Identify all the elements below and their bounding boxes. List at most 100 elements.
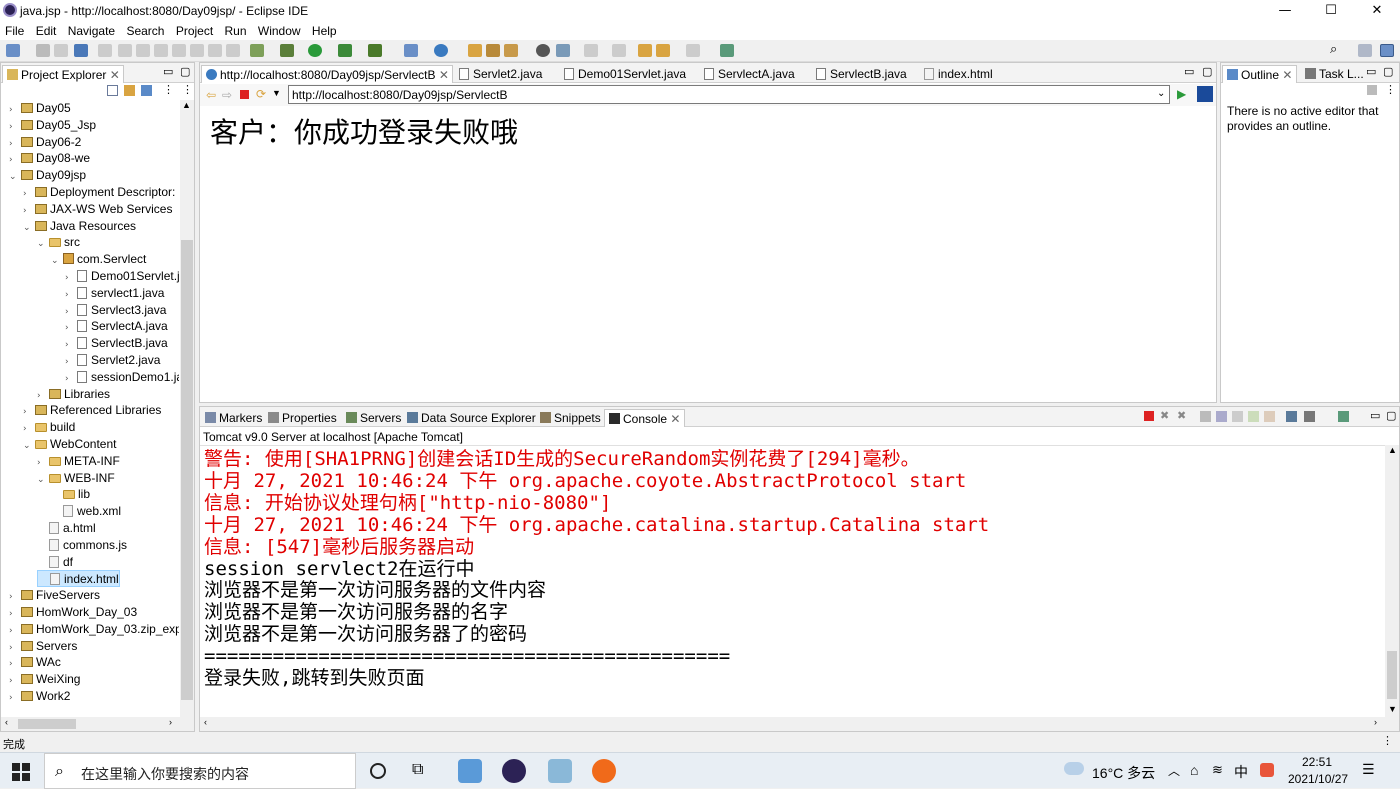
tab-data-source-explorer[interactable]: Data Source Explorer (403, 409, 540, 427)
tab-outline[interactable]: Outline ✕ (1222, 65, 1298, 83)
tree-item[interactable]: ⌄ WEB-INF (37, 470, 115, 487)
tree-horizontal-scrollbar[interactable]: ‹ › (1, 717, 194, 731)
forward-icon[interactable] (686, 44, 700, 57)
maximize-button[interactable]: ☐ (1308, 0, 1354, 22)
remove-all-icon[interactable]: ✖ (1177, 409, 1186, 422)
tab-project-explorer[interactable]: Project Explorer ✕ (2, 65, 124, 83)
scroll-left-icon[interactable]: ‹ (5, 717, 8, 727)
console-horizontal-scrollbar[interactable]: ‹ › (200, 717, 1399, 731)
tree-item[interactable]: › Servers (9, 638, 77, 655)
tree-item[interactable]: ⌄ Java Resources (23, 218, 136, 235)
url-text[interactable]: http://localhost:8080/Day09jsp/ServlectB (292, 88, 507, 102)
browser-app-icon[interactable] (592, 759, 616, 783)
tree-item[interactable]: › META-INF (37, 453, 120, 470)
clock-time[interactable]: 22:51 (1302, 755, 1332, 769)
expand-toggle-icon[interactable]: ⌄ (23, 220, 35, 237)
prev-annotation-icon[interactable] (612, 44, 626, 57)
tray-up-icon[interactable]: ︿ (1168, 762, 1180, 779)
tree-item[interactable]: › HomWork_Day_03 (9, 604, 137, 621)
close-tab-icon[interactable]: ✕ (670, 412, 680, 426)
taskbar-search-box[interactable]: ⌕ 在这里输入你要搜索的内容 (44, 753, 356, 789)
scroll-up-icon[interactable]: ▲ (1388, 445, 1397, 455)
tree-item[interactable]: › ServlectB.java (65, 335, 168, 352)
maximize-view-icon[interactable]: ▢ (1383, 65, 1393, 78)
perspective-icon[interactable] (1358, 44, 1372, 57)
back-icon[interactable] (656, 44, 670, 57)
scroll-right-icon[interactable]: › (169, 717, 172, 727)
tab-index-html[interactable]: index.html (920, 65, 997, 83)
step-into-icon[interactable] (190, 44, 204, 57)
console-output[interactable]: 警告: 使用[SHA1PRNG]创建会话ID生成的SecureRandom实例花… (200, 445, 1385, 717)
eclipse-app-icon[interactable] (502, 759, 526, 783)
tree-item[interactable]: ⌄ WebContent (23, 436, 117, 453)
network-icon[interactable]: ⌂ (1190, 762, 1198, 778)
tab-servlet2[interactable]: Servlet2.java (455, 65, 546, 83)
expand-toggle-icon[interactable]: › (9, 690, 21, 707)
scroll-up-icon[interactable]: ▲ (182, 100, 191, 110)
minimize-view-icon[interactable]: ▭ (163, 65, 173, 78)
tab-demo01servlet[interactable]: Demo01Servlet.java (560, 65, 690, 83)
tree-item[interactable]: › HomWork_Day_03.zip_expa (9, 621, 179, 638)
task-view-icon[interactable]: ⧉ (412, 761, 423, 779)
scroll-left-icon[interactable]: ‹ (204, 717, 207, 727)
computer-app-icon[interactable] (458, 759, 482, 783)
view-menu-more-icon[interactable]: ⋮ (182, 83, 193, 96)
save-icon[interactable] (36, 44, 50, 57)
h-scroll-thumb[interactable] (18, 719, 76, 729)
external-tools-icon[interactable] (368, 44, 382, 57)
tree-item[interactable]: › Servlet2.java (65, 352, 160, 369)
menu-file[interactable]: File (1, 22, 28, 40)
search-tool-icon[interactable] (504, 44, 518, 57)
menu-project[interactable]: Project (172, 22, 217, 40)
disconnect-icon[interactable] (172, 44, 186, 57)
minimize-view-icon[interactable]: ▭ (1366, 65, 1376, 78)
tree-item[interactable]: commons.js (37, 537, 127, 554)
scroll-lock-icon[interactable] (1216, 411, 1227, 422)
notification-icon[interactable]: ☰ (1362, 761, 1375, 778)
debug-icon[interactable] (250, 44, 264, 57)
maximize-view-icon[interactable]: ▢ (180, 65, 190, 78)
menu-help[interactable]: Help (308, 22, 341, 40)
java-ee-perspective-icon[interactable] (1380, 44, 1394, 57)
show-stderr-icon[interactable] (1264, 411, 1275, 422)
filter-icon[interactable] (141, 85, 152, 96)
tree-item[interactable]: › WeiXing (9, 671, 80, 688)
menu-search[interactable]: Search (122, 22, 168, 40)
console-icon[interactable] (74, 44, 88, 57)
tree-item[interactable]: › FiveServers (9, 587, 100, 604)
tree-item[interactable]: › Deployment Descriptor: (23, 184, 175, 201)
tree-item[interactable]: › JAX-WS Web Services (23, 201, 172, 218)
tree-item[interactable]: ⌄ src (37, 234, 80, 251)
tree-item[interactable]: › Day05 (9, 100, 71, 117)
new-server-icon[interactable] (404, 44, 418, 57)
tab-browser[interactable]: http://localhost:8080/Day09jsp/ServlectB… (201, 65, 453, 83)
expand-toggle-icon[interactable]: ⌄ (37, 472, 49, 489)
tree-item[interactable]: › Day08-we (9, 150, 90, 167)
tree-item[interactable]: index.html (37, 570, 120, 588)
expand-toggle-icon[interactable]: ⌄ (37, 236, 49, 253)
coverage-icon[interactable] (338, 44, 352, 57)
collapse-all-icon[interactable] (107, 85, 118, 96)
stop-icon[interactable] (240, 90, 249, 99)
tree-item[interactable]: › Demo01Servlet.j (65, 268, 179, 285)
tree-item[interactable]: › build (23, 419, 75, 436)
step-over-icon[interactable] (208, 44, 222, 57)
close-tab-icon[interactable]: ✕ (1282, 68, 1292, 82)
minimize-view-icon[interactable]: ▭ (1370, 409, 1380, 422)
menu-run[interactable]: Run (221, 22, 251, 40)
scroll-down-icon[interactable]: ▼ (1388, 704, 1397, 714)
weather-icon[interactable] (1064, 762, 1084, 775)
last-edit-icon[interactable] (638, 44, 652, 57)
tree-item[interactable]: › Work2 (9, 688, 70, 705)
expand-toggle-icon[interactable]: ⌄ (51, 253, 63, 270)
tree-item[interactable]: › Libraries (37, 386, 110, 403)
resume-icon[interactable] (118, 44, 132, 57)
skip-icon[interactable] (98, 44, 112, 57)
tree-item[interactable]: › servlect1.java (65, 285, 164, 302)
debug-config-icon[interactable] (280, 44, 294, 57)
open-type-icon[interactable] (468, 44, 482, 57)
refresh-icon[interactable]: ⟳ (256, 87, 266, 101)
tab-servlecta[interactable]: ServlectA.java (700, 65, 799, 83)
outline-toolbar-icon[interactable] (1367, 85, 1377, 95)
forward-icon[interactable]: ⇨ (222, 88, 232, 102)
